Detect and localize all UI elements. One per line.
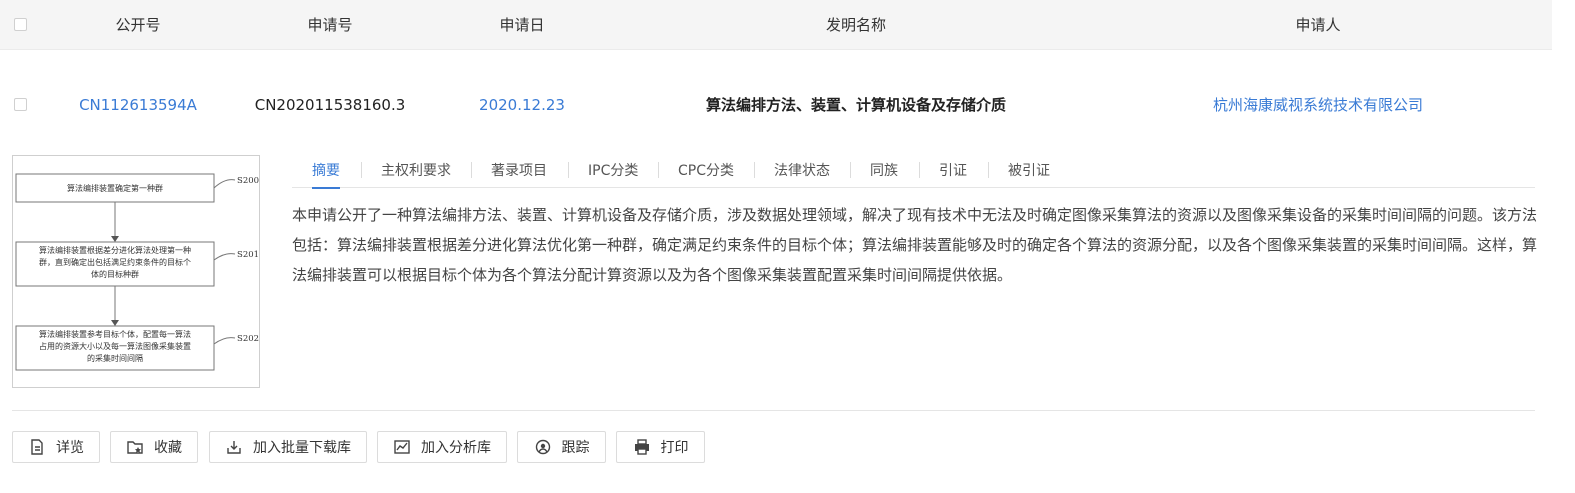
- track-button[interactable]: 跟踪: [517, 431, 606, 463]
- tab-bibliographic[interactable]: 著录项目: [491, 160, 547, 188]
- tab-legal-status[interactable]: 法律状态: [774, 160, 830, 188]
- select-all-checkbox[interactable]: [14, 18, 27, 31]
- patent-result-panel: 公开号 申请号 申请日 发明名称 申请人 CN112613594A CN2020…: [0, 0, 1575, 493]
- col-app-date[interactable]: 申请日: [472, 0, 572, 50]
- favorite-button[interactable]: 收藏: [110, 431, 198, 463]
- step-id: S200: [237, 176, 259, 186]
- col-app-no[interactable]: 申请号: [280, 0, 380, 50]
- table-header: 公开号 申请号 申请日 发明名称 申请人: [0, 0, 1552, 50]
- batch-download-button[interactable]: 加入批量下载库: [209, 431, 367, 463]
- row-checkbox[interactable]: [14, 98, 27, 111]
- print-button[interactable]: 打印: [616, 431, 705, 463]
- print-label: 打印: [660, 440, 689, 456]
- step-text: 算法编排装置参考目标个体，配置每一算法: [39, 329, 191, 339]
- tab-citations[interactable]: 引证: [939, 160, 967, 188]
- tab-separator: [361, 162, 362, 178]
- tab-separator: [568, 162, 569, 178]
- tab-separator: [919, 162, 920, 178]
- printer-icon: [634, 439, 649, 455]
- step-text: 算法编排装置根据差分进化算法处理第一种: [39, 245, 191, 255]
- tab-separator: [988, 162, 989, 178]
- tab-cpc[interactable]: CPC分类: [678, 160, 734, 188]
- patent-title[interactable]: 算法编排方法、装置、计算机设备及存储介质: [656, 92, 1056, 118]
- col-title[interactable]: 发明名称: [756, 0, 956, 50]
- tab-abstract[interactable]: 摘要: [312, 160, 340, 189]
- tab-main-claim[interactable]: 主权利要求: [381, 160, 451, 188]
- step-text: 算法编排装置确定第一种群: [67, 183, 163, 193]
- tab-cited-by[interactable]: 被引证: [1008, 160, 1050, 188]
- patent-drawing[interactable]: 算法编排装置确定第一种群 算法编排装置根据差分进化算法处理第一种 群，直到确定出…: [12, 155, 260, 388]
- col-pub-no[interactable]: 公开号: [88, 0, 188, 50]
- analysis-button[interactable]: 加入分析库: [377, 431, 507, 463]
- step-text: 占用的资源大小以及每一算法图像采集装置: [39, 341, 191, 351]
- track-label: 跟踪: [561, 440, 590, 456]
- tab-separator: [754, 162, 755, 178]
- step-text: 体的目标种群: [91, 269, 139, 279]
- step-id: S202: [237, 334, 259, 344]
- abstract-text: 本申请公开了一种算法编排方法、装置、计算机设备及存储介质，涉及数据处理领域，解决…: [292, 206, 1538, 284]
- flowchart: 算法编排装置确定第一种群 算法编排装置根据差分进化算法处理第一种 群，直到确定出…: [15, 173, 259, 371]
- tab-separator: [850, 162, 851, 178]
- favorite-label: 收藏: [154, 440, 182, 456]
- pub-no-link[interactable]: CN112613594A: [58, 92, 218, 118]
- detail-button[interactable]: 详览: [12, 431, 100, 463]
- download-icon: [227, 441, 241, 454]
- divider: [12, 410, 1535, 411]
- chart-icon: [394, 440, 410, 454]
- detail-tabs: [292, 155, 1535, 188]
- app-no: CN202011538160.3: [254, 96, 406, 114]
- document-icon: [31, 439, 43, 455]
- detail-label: 详览: [56, 440, 84, 456]
- step-text: 的采集时间间隔: [87, 353, 143, 363]
- track-icon: [535, 439, 550, 455]
- applicant-link[interactable]: 杭州海康威视系统技术有限公司: [1178, 92, 1458, 118]
- folder-star-icon: [127, 441, 143, 454]
- col-applicant[interactable]: 申请人: [1218, 0, 1418, 50]
- analysis-label: 加入分析库: [421, 440, 491, 456]
- tab-ipc[interactable]: IPC分类: [588, 160, 638, 188]
- step-text: 群，直到确定出包括满足约束条件的目标个: [39, 257, 191, 267]
- tab-family[interactable]: 同族: [870, 160, 898, 188]
- tab-separator: [471, 162, 472, 178]
- tab-separator: [658, 162, 659, 178]
- app-date-link[interactable]: 2020.12.23: [462, 92, 582, 118]
- batch-download-label: 加入批量下载库: [253, 440, 351, 456]
- step-id: S201: [237, 250, 259, 260]
